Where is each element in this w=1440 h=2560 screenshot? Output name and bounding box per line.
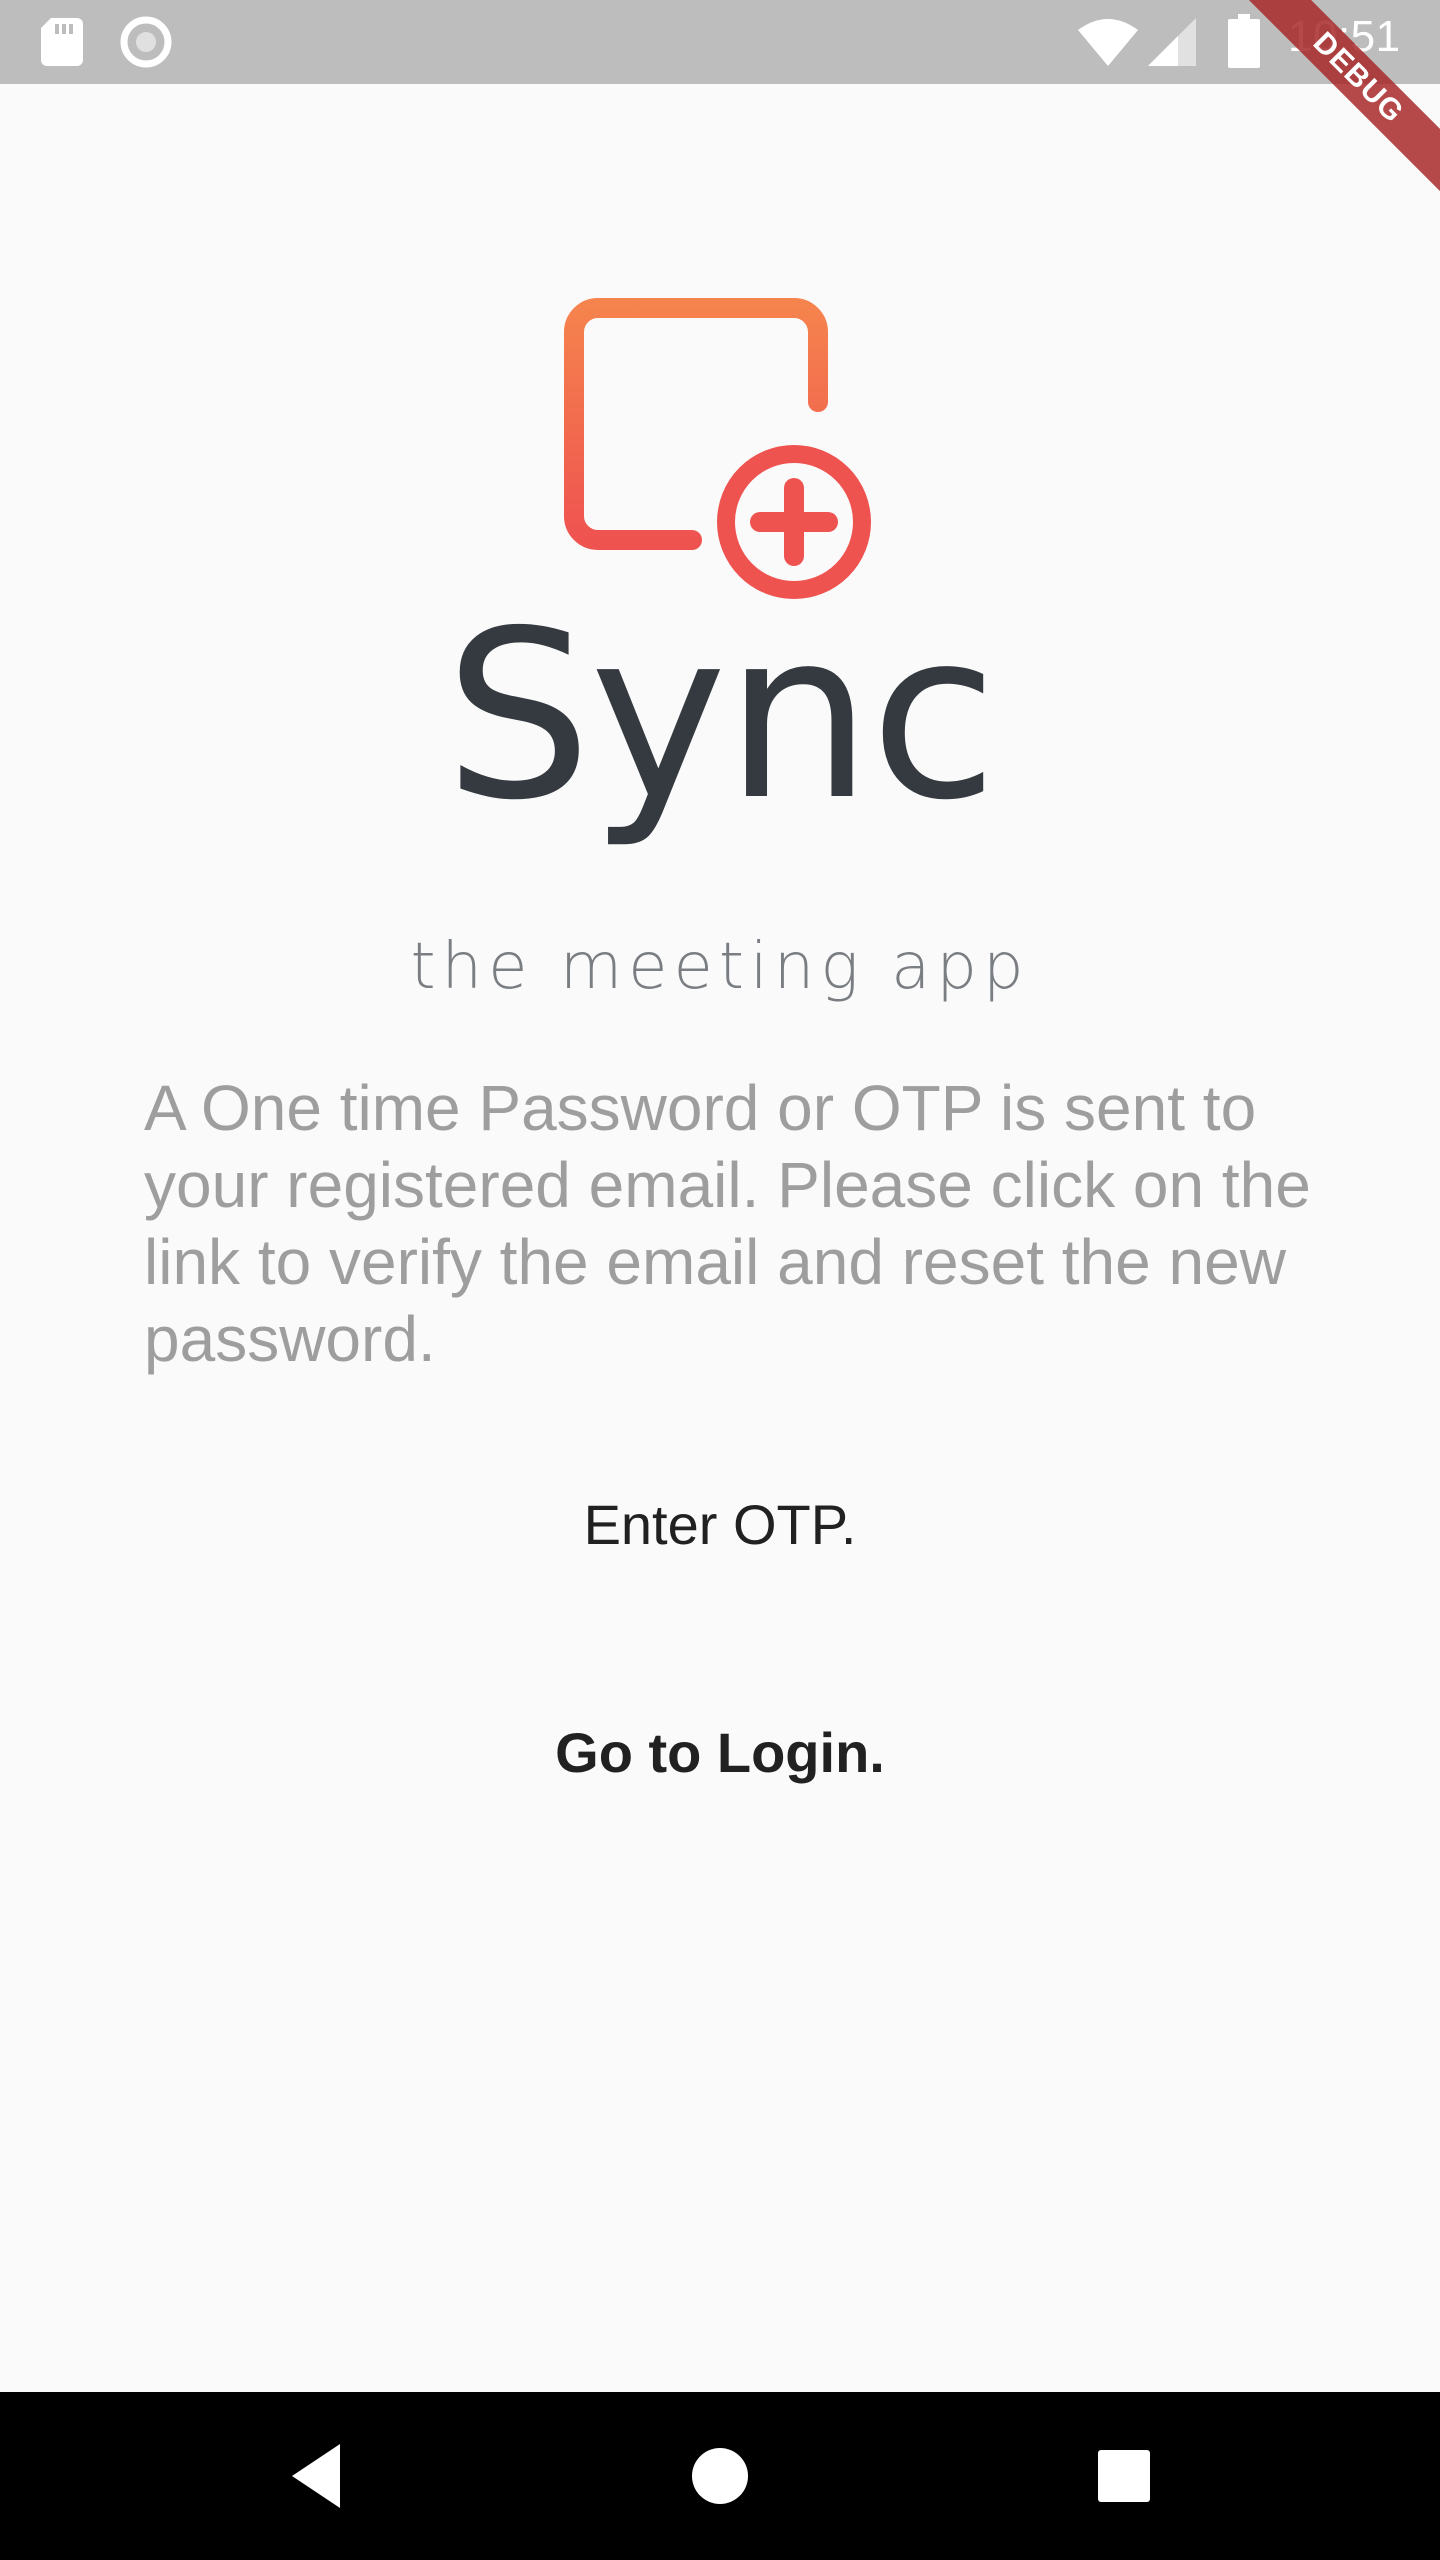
calendar-add-icon: [564, 288, 871, 599]
battery-icon: [1228, 14, 1260, 68]
screen: 10:51 DEBUG Sync the meeting app A One t…: [0, 0, 1440, 2560]
circle-notification-icon: [120, 16, 172, 68]
brand-name: Sync: [444, 581, 997, 851]
recents-icon: [1098, 2450, 1150, 2502]
home-button[interactable]: [636, 2392, 804, 2560]
status-bar-time: 10:51: [1288, 12, 1401, 61]
recents-button[interactable]: [1042, 2392, 1210, 2560]
back-icon: [292, 2444, 340, 2508]
tagline: the meeting app: [410, 930, 1030, 1004]
otp-input[interactable]: Enter OTP.: [0, 1492, 1440, 1557]
wifi-icon: [1078, 19, 1138, 66]
go-to-login-link[interactable]: Go to Login.: [0, 1720, 1440, 1785]
status-bar: 10:51: [0, 0, 1440, 84]
navigation-bar: [0, 2392, 1440, 2560]
cell-signal-icon: [1148, 18, 1196, 66]
home-icon: [692, 2448, 748, 2504]
sd-card-icon: [41, 18, 83, 66]
back-button[interactable]: [232, 2392, 400, 2560]
otp-info-text: A One time Password or OTP is sent to yo…: [144, 1072, 1311, 1375]
